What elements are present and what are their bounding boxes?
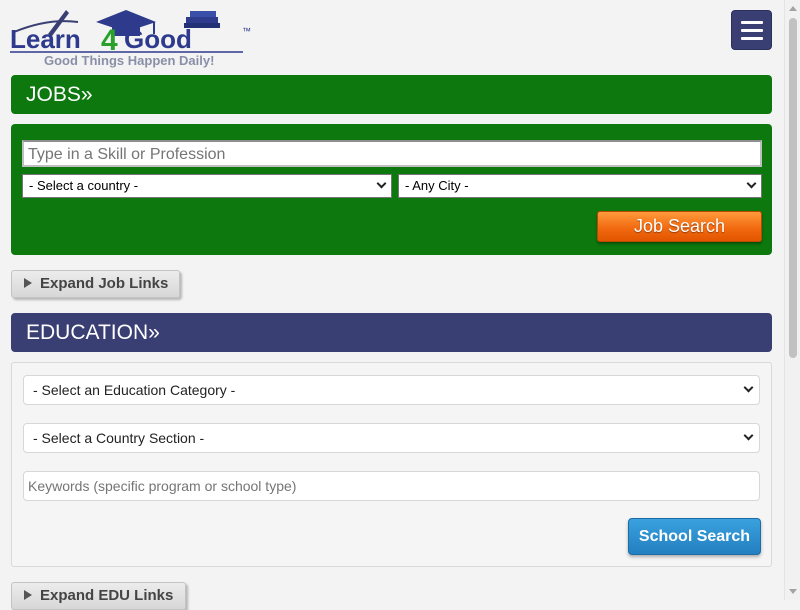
logo-text-good: Good — [124, 24, 192, 54]
education-country-value: - Select a Country Section - — [33, 430, 205, 446]
job-city-select[interactable]: - Any City - — [398, 174, 762, 198]
education-heading[interactable]: EDUCATION» — [11, 313, 772, 352]
logo-text-learn: Learn — [10, 24, 81, 54]
education-search-panel: - Select an Education Category - - Selec… — [11, 362, 772, 567]
job-search-button[interactable]: Job Search — [597, 211, 762, 242]
education-category-value: - Select an Education Category - — [33, 382, 236, 398]
jobs-search-panel: Type in a Skill or Profession - Select a… — [11, 124, 772, 255]
site-logo[interactable]: Learn 4 Good ™ Good Things Happen Daily! — [8, 4, 258, 70]
chevron-down-icon — [743, 430, 754, 441]
logo-graphic: Learn 4 Good ™ Good Things Happen Daily! — [10, 10, 251, 68]
jobs-heading[interactable]: JOBS» — [11, 75, 772, 114]
job-country-select[interactable]: - Select a country - — [22, 174, 392, 198]
logo-trademark: ™ — [242, 26, 251, 36]
triangle-right-icon — [24, 278, 32, 288]
vertical-scrollbar[interactable] — [784, 0, 800, 600]
chevron-down-icon — [376, 178, 387, 189]
job-city-select-value: - Any City - — [405, 178, 469, 193]
expand-job-links-button[interactable]: Expand Job Links — [11, 270, 180, 298]
expand-edu-links-label: Expand EDU Links — [40, 587, 174, 604]
expand-job-links-label: Expand Job Links — [40, 275, 169, 292]
hamburger-menu-icon-bar — [741, 37, 763, 40]
menu-button[interactable] — [731, 10, 772, 50]
scroll-down-arrow-icon[interactable] — [785, 583, 800, 600]
education-keywords-input[interactable]: Keywords (specific program or school typ… — [23, 471, 760, 501]
education-country-select[interactable]: - Select a Country Section - — [23, 423, 760, 453]
job-country-select-value: - Select a country - — [29, 178, 139, 193]
logo-tagline: Good Things Happen Daily! — [44, 53, 214, 68]
triangle-right-icon — [24, 590, 32, 600]
skill-input[interactable]: Type in a Skill or Profession — [22, 140, 762, 167]
page: Learn 4 Good ™ Good Things Happen Daily!… — [0, 0, 784, 610]
scroll-up-arrow-icon[interactable] — [785, 0, 800, 17]
hamburger-menu-icon — [741, 21, 763, 24]
education-category-select[interactable]: - Select an Education Category - — [23, 375, 760, 405]
expand-edu-links-button[interactable]: Expand EDU Links — [11, 582, 186, 610]
scrollbar-thumb[interactable] — [789, 18, 797, 358]
school-search-button[interactable]: School Search — [628, 518, 761, 555]
hamburger-menu-icon-bar — [741, 29, 763, 32]
chevron-down-icon — [743, 382, 754, 393]
chevron-down-icon — [746, 178, 757, 189]
